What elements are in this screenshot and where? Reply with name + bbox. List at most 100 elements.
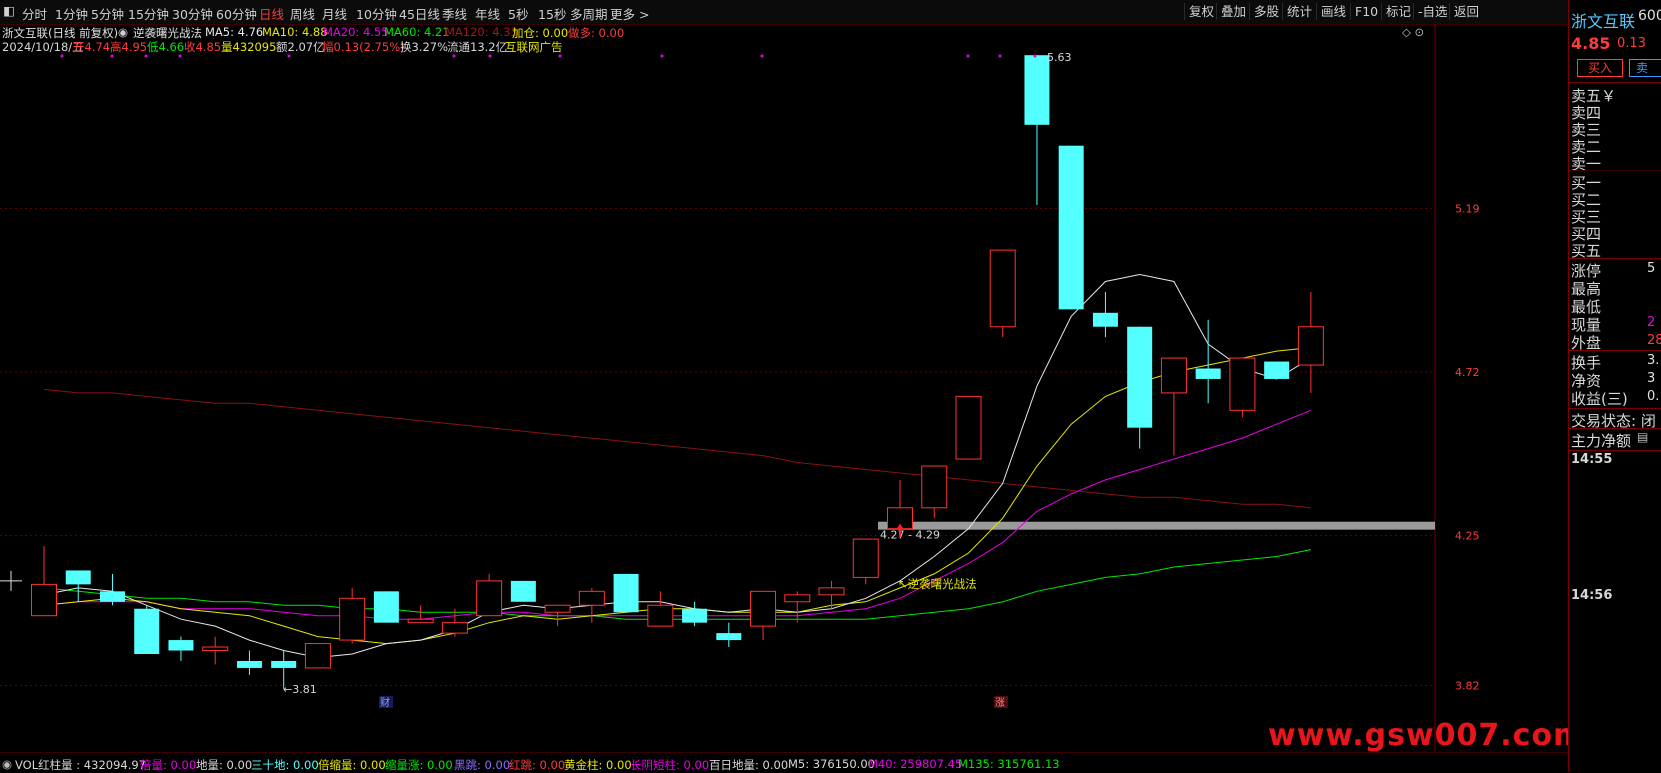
candle-body-24: [852, 538, 879, 578]
period-tab-1[interactable]: 1分钟: [55, 4, 88, 23]
candle-body-29: [1024, 55, 1050, 125]
period-tab-11[interactable]: 季线: [442, 4, 467, 23]
candle-body-32: [1127, 326, 1153, 428]
support-band-label: 4.27 - 4.29: [880, 529, 940, 542]
max-price-label: 5.63: [1047, 51, 1072, 64]
period-toolbar: 分时 1分钟 5分钟 15分钟 30分钟 60分钟 日线 周线 月线 10分钟 45日线 季线 年线 5秒…: [0, 0, 1661, 25]
candle-body-36: [1264, 361, 1290, 379]
candle-body-2: [99, 591, 125, 602]
candle-body-34: [1195, 368, 1221, 379]
period-tab-3[interactable]: 15分钟: [128, 4, 169, 23]
stat2-label-2: 收益(三): [1571, 390, 1628, 408]
candle-body-28: [989, 249, 1016, 328]
candle-body-0: [31, 583, 57, 617]
zhang-marker: 涨: [995, 697, 1005, 709]
time-label-2: 14:56: [1571, 588, 1613, 603]
period-tab-10[interactable]: 45日线: [399, 4, 440, 23]
period-tab-13[interactable]: 5秒: [508, 4, 528, 23]
stat-value-3: 2: [1647, 315, 1656, 330]
sidebar-toggle-icon[interactable]: ◧: [3, 3, 15, 18]
candle-body-18: [647, 604, 674, 627]
min-price-label: ←3.81: [283, 683, 317, 696]
candle-body-20: [716, 633, 742, 641]
signal-dot-12: [1033, 54, 1037, 58]
stat2-value-2: 0.: [1647, 389, 1660, 404]
period-tab-16[interactable]: 更多 >: [610, 4, 649, 23]
signal-dot-10: [966, 54, 970, 58]
tool-button-1[interactable]: 叠加: [1216, 3, 1250, 20]
signal-dot-2: [144, 54, 148, 58]
period-tab-7[interactable]: 周线: [290, 4, 315, 23]
candle-body-7: [271, 660, 297, 668]
period-tab-15[interactable]: 多周期: [570, 4, 608, 23]
candle-body-37: [1297, 326, 1324, 366]
candlestick-chart[interactable]: 5.19 4.72 4.25 3.82 5.63 ←3.81 4.27 - 4.29 ↖逆袭曙…: [0, 24, 1568, 752]
period-tab-5[interactable]: 60分钟: [216, 4, 257, 23]
candle-body-30: [1058, 145, 1084, 310]
watermark-text: www.gsw007.com: [1268, 718, 1586, 753]
stock-code: 600: [1638, 8, 1661, 24]
candle-body-22: [784, 594, 811, 603]
price-change: 0.13: [1617, 36, 1646, 51]
vol-heitiao: 黑跳: 0.00: [454, 758, 511, 772]
y-tick-label-3: 3.82: [1455, 679, 1480, 692]
tool-button-5[interactable]: F10: [1350, 3, 1382, 20]
signal-label: ↖逆袭曙光战法: [898, 577, 977, 591]
period-tab-4[interactable]: 30分钟: [172, 4, 213, 23]
tool-button-6[interactable]: 标记: [1381, 3, 1415, 20]
vol-hongtiao: 红跳: 0.00: [509, 758, 566, 772]
support-band: [878, 521, 1435, 530]
period-tab-9[interactable]: 10分钟: [356, 4, 397, 23]
time-label-1: 14:55: [1571, 452, 1613, 467]
period-tab-6[interactable]: 日线: [259, 4, 284, 23]
candle-body-13: [476, 580, 503, 617]
tool-button-8[interactable]: 返回: [1449, 3, 1483, 20]
sell-button[interactable]: 卖: [1629, 59, 1661, 77]
signal-dot-9: [760, 54, 764, 58]
vol-label: VOL红柱量 : 432094.97: [15, 758, 146, 772]
candle-body-15: [544, 604, 571, 613]
candle-body-23: [818, 587, 845, 596]
tool-button-0[interactable]: 复权: [1184, 3, 1218, 20]
ma20-line: [43, 409, 1312, 620]
period-tab-8[interactable]: 月线: [322, 4, 347, 23]
tool-button-2[interactable]: 多股: [1249, 3, 1283, 20]
tool-button-4[interactable]: 画线: [1316, 3, 1350, 20]
tool-button-7[interactable]: -自选: [1413, 3, 1452, 20]
vol-sanshidi: 三十地: 0.00: [251, 758, 319, 772]
stat2-value-0: 3.: [1647, 353, 1660, 368]
period-tab-2[interactable]: 5分钟: [91, 4, 124, 23]
vol-diliang: 地量: 0.00: [196, 758, 253, 772]
signal-dot-7: [558, 54, 562, 58]
signal-dot-5: [452, 54, 456, 58]
signal-dot-4: [287, 54, 291, 58]
candle-body-19: [682, 608, 708, 623]
period-tab-14[interactable]: 15秒: [538, 4, 566, 23]
quote-panel: 浙文互联 600 4.85 0.13 买入 卖 卖五￥卖四卖三卖二卖一 买一买二…: [1568, 0, 1661, 772]
tool-button-3[interactable]: 统计: [1282, 3, 1316, 20]
candle-body-9: [339, 597, 366, 641]
list-icon[interactable]: ▤: [1637, 430, 1648, 444]
main-force-label: 主力净额: [1571, 432, 1632, 450]
candle-body-16: [578, 590, 605, 606]
ma5-line: [43, 273, 1312, 659]
candle-body-17: [613, 573, 639, 613]
vol-huangjin: 黄金柱: 0.00: [564, 758, 632, 772]
candle-body-10: [373, 591, 399, 623]
candle-body-1: [65, 570, 91, 585]
buy-button[interactable]: 买入: [1577, 59, 1623, 77]
signal-dot-0: [60, 54, 64, 58]
candle-body-27: [955, 395, 982, 460]
y-tick-label-2: 4.25: [1455, 530, 1480, 543]
period-tab-0[interactable]: 分时: [22, 4, 47, 23]
period-tab-12[interactable]: 年线: [475, 4, 500, 23]
current-price: 4.85: [1571, 34, 1611, 53]
candle-body-21: [750, 590, 777, 627]
y-tick-label-1: 4.72: [1455, 366, 1480, 379]
candle-body-26: [921, 465, 948, 509]
signal-dot-8: [660, 54, 664, 58]
vol-toggle-icon[interactable]: ◉: [2, 757, 12, 771]
signal-dot-11: [998, 54, 1002, 58]
y-tick-label-0: 5.19: [1455, 202, 1480, 215]
vol-beisuo: 倍缩量: 0.00: [318, 758, 386, 772]
